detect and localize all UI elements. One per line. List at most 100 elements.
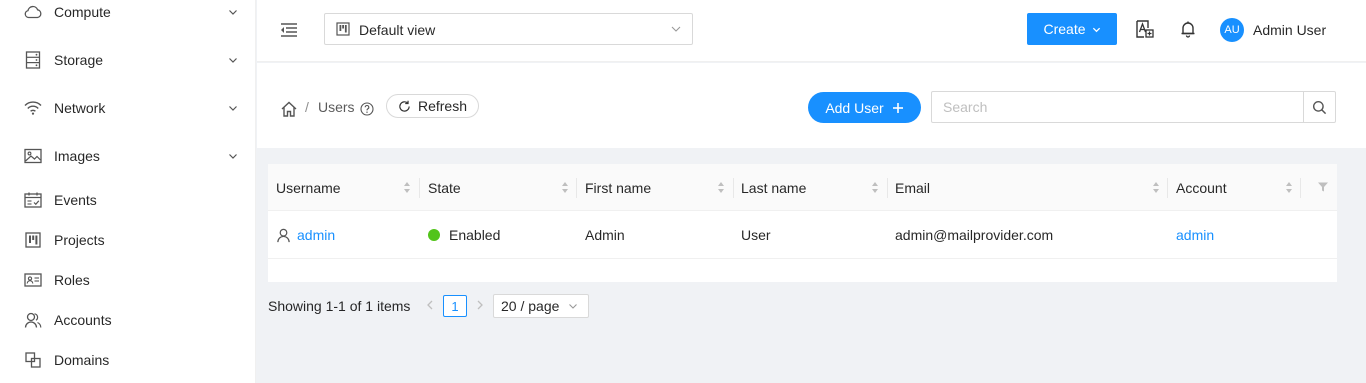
column-header-label: Email: [895, 179, 931, 196]
sidebar-item-storage[interactable]: Storage: [0, 40, 255, 80]
pagination-total: Showing 1-1 of 1 items: [268, 298, 411, 314]
sidebar-item-label: Images: [54, 148, 100, 164]
view-select-value: Default view: [359, 22, 436, 38]
column-header-last-name[interactable]: Last name: [733, 164, 887, 211]
refresh-button-label: Refresh: [417, 98, 468, 114]
add-user-button-label: Add User: [825, 99, 884, 116]
reload-icon: [399, 100, 410, 112]
cloud-icon: [24, 3, 42, 21]
column-header-label: State: [428, 179, 461, 196]
sort-icon: [872, 182, 878, 193]
table-row[interactable]: admin Enabled Admin User admin@mailprovi…: [268, 211, 1337, 259]
sort-icon: [562, 182, 568, 193]
sort-icon: [718, 182, 724, 193]
schedule-icon: [24, 191, 42, 209]
breadcrumb-current: Users: [318, 99, 355, 115]
avatar: AU: [1220, 18, 1244, 42]
bell-icon[interactable]: [1178, 19, 1198, 39]
sidebar-item-label: Projects: [54, 232, 105, 248]
sidebar-item-projects[interactable]: Projects: [0, 220, 255, 260]
sidebar-item-label: Domains: [54, 352, 110, 368]
sort-icon: [404, 182, 410, 193]
search-icon: [1312, 100, 1327, 114]
column-header-account[interactable]: Account: [1168, 164, 1301, 211]
page-size-value: 20 / page: [501, 298, 560, 314]
chevron-right-icon[interactable]: [473, 298, 487, 312]
search-input[interactable]: [932, 92, 1304, 122]
cell-first-name: Admin: [585, 211, 625, 259]
sidebar-item-events[interactable]: Events: [0, 180, 255, 220]
chevron-down-icon: [569, 304, 577, 309]
block-icon: [24, 351, 42, 369]
chevron-down-icon: [671, 26, 681, 32]
translate-icon[interactable]: [1135, 19, 1155, 39]
create-button[interactable]: Create: [1027, 13, 1117, 45]
sidebar-item-roles[interactable]: Roles: [0, 260, 255, 300]
avatar-initials: AU: [1224, 24, 1240, 36]
users-table: Username State First name Last name Emai…: [268, 164, 1337, 282]
database-icon: [24, 51, 42, 69]
chevron-down-icon: [229, 10, 237, 15]
first-name-text: Admin: [585, 227, 625, 243]
column-header-label: Username: [276, 179, 341, 196]
chevron-left-icon[interactable]: [423, 298, 437, 312]
user-icon: [277, 228, 290, 242]
column-header-first-name[interactable]: First name: [577, 164, 733, 211]
top-header: Default view Create AU Admin User: [257, 0, 1366, 62]
cell-account: admin: [1176, 211, 1214, 259]
idcard-icon: [24, 271, 42, 289]
create-button-label: Create: [1043, 21, 1086, 37]
sidebar-item-domains[interactable]: Domains: [0, 340, 255, 380]
sidebar-item-label: Storage: [54, 52, 104, 68]
user-name: Admin User: [1253, 22, 1327, 38]
cell-username: admin: [276, 211, 335, 259]
pagination-page-1[interactable]: 1: [443, 295, 467, 317]
sidebar-item-label: Accounts: [54, 312, 112, 328]
chevron-down-icon: [229, 154, 237, 159]
account-link[interactable]: admin: [1176, 227, 1214, 243]
team-icon: [24, 311, 42, 329]
search-button[interactable]: [1303, 92, 1335, 122]
column-header-label: Last name: [741, 179, 807, 196]
filter-icon[interactable]: [1317, 181, 1329, 193]
sidebar-item-images[interactable]: Images: [0, 136, 255, 176]
sidebar-item-label: Events: [54, 192, 97, 208]
plus-icon: [892, 102, 903, 113]
column-header-email[interactable]: Email: [887, 164, 1168, 211]
user-menu[interactable]: AU Admin User: [1220, 17, 1326, 43]
sidebar: Compute Storage Network Images Events Pr…: [0, 0, 256, 383]
cell-email: admin@mailprovider.com: [895, 211, 1053, 259]
table-header: Username State First name Last name Emai…: [268, 164, 1337, 211]
username-link[interactable]: admin: [297, 227, 335, 243]
menu-fold-icon[interactable]: [279, 20, 299, 40]
page-size-select[interactable]: 20 / page: [493, 294, 589, 318]
page-number: 1: [451, 298, 459, 314]
sort-icon: [1153, 182, 1159, 193]
cell-state: Enabled: [428, 211, 500, 259]
column-divider: [1300, 178, 1301, 198]
chevron-down-icon: [1092, 27, 1100, 32]
project-icon: [24, 231, 42, 249]
email-text: admin@mailprovider.com: [895, 227, 1054, 243]
project-icon: [336, 22, 350, 36]
chevron-down-icon: [229, 58, 237, 63]
column-header-username[interactable]: Username: [268, 164, 419, 211]
breadcrumb-separator: /: [305, 99, 309, 115]
sidebar-item-accounts[interactable]: Accounts: [0, 300, 255, 340]
view-select[interactable]: Default view: [324, 13, 693, 45]
add-user-button[interactable]: Add User: [808, 92, 921, 123]
sidebar-item-compute[interactable]: Compute: [0, 0, 255, 32]
cell-last-name: User: [741, 211, 771, 259]
column-header-state[interactable]: State: [420, 164, 577, 211]
sidebar-item-label: Roles: [54, 272, 90, 288]
wifi-icon: [24, 99, 42, 117]
home-icon[interactable]: [280, 100, 298, 118]
column-header-label: Account: [1176, 179, 1227, 196]
sidebar-item-network[interactable]: Network: [0, 88, 255, 128]
refresh-button[interactable]: Refresh: [386, 94, 479, 118]
last-name-text: User: [741, 227, 771, 243]
chevron-down-icon: [229, 106, 237, 111]
status-dot: [428, 229, 440, 241]
question-circle-icon[interactable]: [360, 102, 374, 116]
column-header-label: First name: [585, 179, 652, 196]
